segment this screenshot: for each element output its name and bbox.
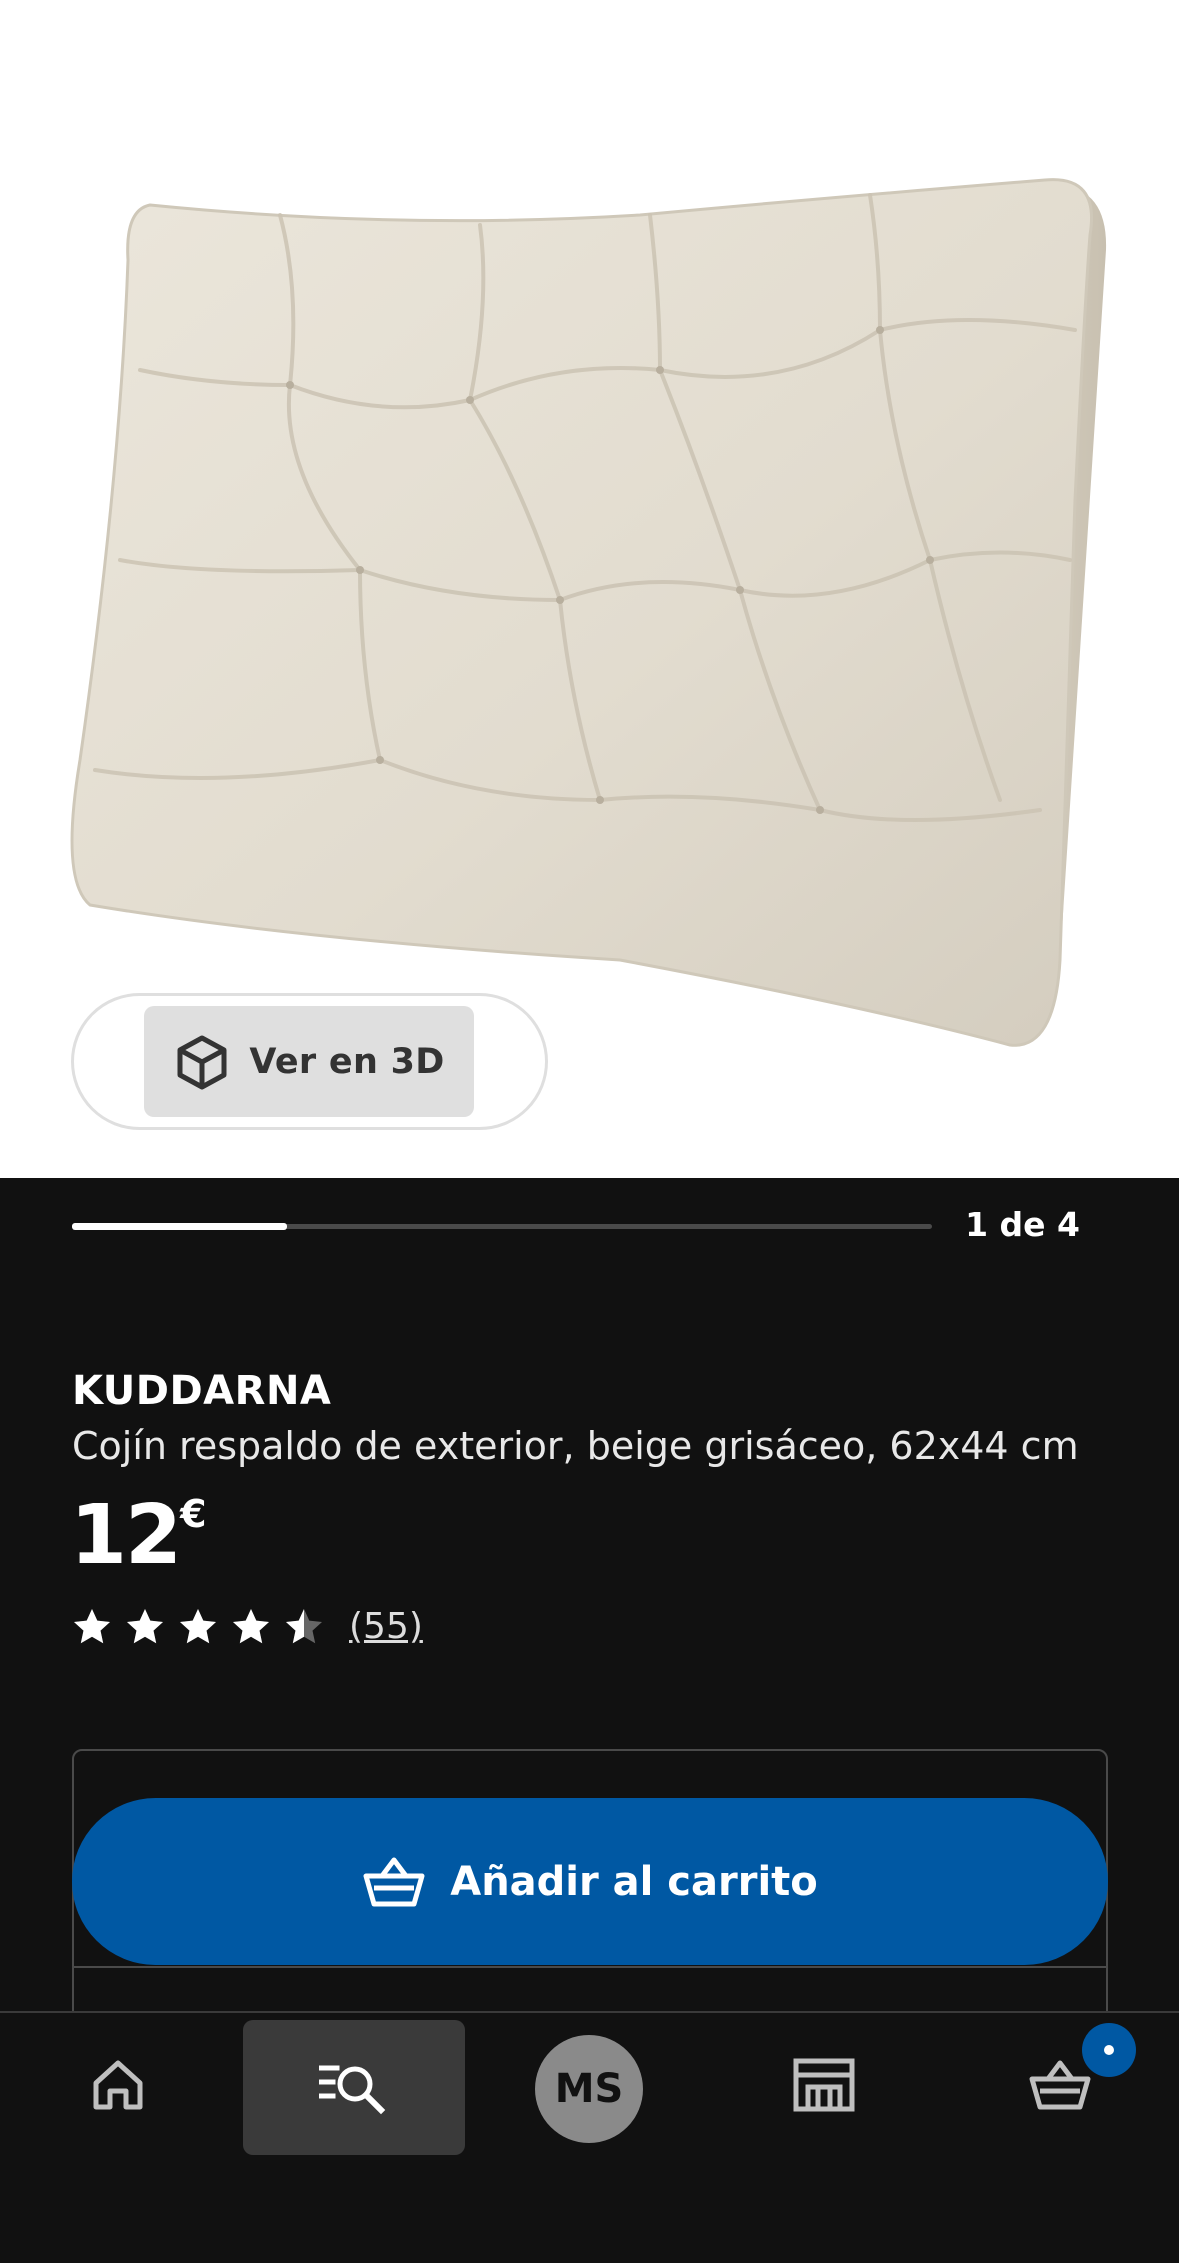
cart-icon [1029, 2060, 1091, 2110]
nav-profile[interactable]: MS [535, 2035, 643, 2143]
product-name: KUDDARNA [72, 1368, 332, 1414]
store-icon [793, 2058, 855, 2112]
add-to-cart-button[interactable]: Añadir al carrito [72, 1798, 1108, 1965]
gallery-page-indicator: 1 de 4 [965, 1205, 1080, 1244]
nav-stores[interactable] [774, 2030, 874, 2140]
basket-icon [363, 1857, 425, 1906]
gallery-progress-fill [72, 1223, 287, 1230]
star-full-icon [127, 1608, 163, 1643]
star-full-icon [74, 1608, 110, 1643]
view-3d-label: Ver en 3D [249, 1041, 445, 1082]
star-full-icon [180, 1608, 216, 1643]
add-to-cart-label: Añadir al carrito [450, 1858, 818, 1905]
gallery-progress-bar [72, 1223, 932, 1230]
cart-badge-dot [1104, 2045, 1114, 2055]
cart-badge [1082, 2023, 1136, 2077]
price-currency: € [180, 1492, 207, 1536]
star-full-icon [233, 1608, 269, 1643]
cube-3d-icon [177, 1035, 227, 1089]
rating-stars [72, 1607, 337, 1647]
view-3d-button[interactable]: Ver en 3D [144, 1006, 474, 1117]
home-icon [93, 2060, 143, 2110]
purchase-panel-divider [74, 1966, 1106, 1968]
product-image-gallery[interactable]: Ver en 3D [0, 0, 1179, 1178]
product-description: Cojín respaldo de exterior, beige grisác… [72, 1424, 1079, 1468]
product-price: 12€ [70, 1488, 207, 1583]
profile-avatar: MS [554, 2066, 624, 2112]
review-count-link[interactable]: (55) [349, 1606, 423, 1647]
product-rating[interactable]: (55) [72, 1606, 423, 1647]
nav-search[interactable] [243, 2020, 465, 2155]
star-half-icon [286, 1608, 322, 1643]
price-amount: 12 [70, 1488, 182, 1583]
nav-home[interactable] [68, 2030, 168, 2140]
search-list-icon [319, 2065, 386, 2114]
